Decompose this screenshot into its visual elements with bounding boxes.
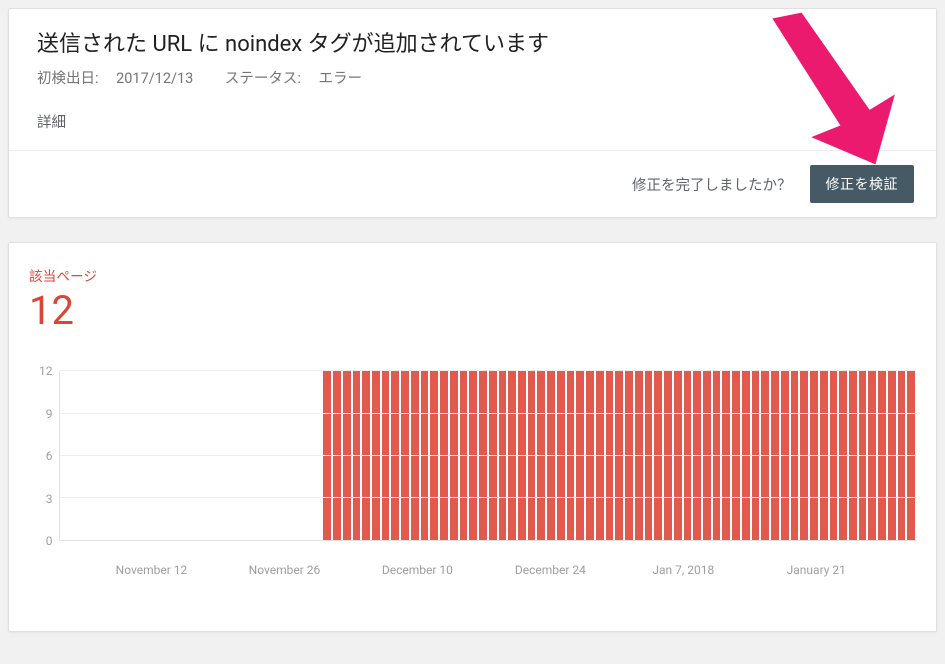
bar [353,371,361,540]
details-link[interactable]: 詳細 [9,93,936,150]
bar [800,371,808,540]
bar [508,371,516,540]
plot-area [59,371,917,541]
bar [761,371,769,540]
bar [839,371,847,540]
bar [586,371,594,540]
x-tick: January 21 [787,563,846,577]
x-tick: November 12 [116,563,188,577]
bar [528,371,536,540]
bar [615,371,623,540]
bar [859,371,867,540]
bar [654,371,662,540]
y-tick: 9 [46,407,53,421]
bar [907,371,915,540]
chart-label: 該当ページ [29,265,916,285]
bar [868,371,876,540]
first-detected-value: 2017/12/13 [116,70,193,87]
bar [401,371,409,540]
gridline [60,497,917,498]
y-tick: 0 [46,534,53,548]
validate-fix-button[interactable]: 修正を検証 [810,165,915,203]
bar [469,371,477,540]
bar [557,371,565,540]
bar [635,371,643,540]
bar [440,371,448,540]
issue-title: 送信された URL に noindex タグが追加されています [37,31,908,60]
bars-container [60,371,917,540]
bar [645,371,653,540]
bar [343,371,351,540]
bar [878,371,886,540]
status-label: ステータス: [225,70,301,87]
y-tick: 6 [46,449,53,463]
bar [713,371,721,540]
bar [898,371,906,540]
bar [771,371,779,540]
bar [781,371,789,540]
bar [567,371,575,540]
bar [664,371,672,540]
bar [684,371,692,540]
chart-count: 12 [29,287,916,335]
bar [391,371,399,540]
bar [479,371,487,540]
first-detected-label: 初検出日: [37,70,99,87]
gridline [60,413,917,414]
bar [596,371,604,540]
first-detected: 初検出日: 2017/12/13 [37,70,211,87]
status-value: エラー [319,70,363,87]
bar [362,371,370,540]
y-axis: 12 9 6 3 0 [39,364,59,548]
bar [674,371,682,540]
x-tick: November 26 [249,563,321,577]
bar [742,371,750,540]
y-tick: 12 [39,364,53,378]
bar [722,371,730,540]
bar [499,371,507,540]
issue-header: 送信された URL に noindex タグが追加されています 初検出日: 20… [9,9,936,93]
bar [820,371,828,540]
bar [382,371,390,540]
status: ステータス: エラー [225,70,376,87]
bar [606,371,614,540]
bar [810,371,818,540]
bar [888,371,896,540]
bar [547,371,555,540]
bar [752,371,760,540]
bar [576,371,584,540]
affected-pages-card: 該当ページ 12 12 9 6 3 0 November 12 November 26 De… [8,242,937,632]
bar [830,371,838,540]
bar [518,371,526,540]
bar [430,371,438,540]
bar [703,371,711,540]
x-tick: December 10 [382,563,453,577]
bar [323,371,331,540]
bar [625,371,633,540]
bar [411,371,419,540]
bar [537,371,545,540]
issue-meta: 初検出日: 2017/12/13 ステータス: エラー [37,68,908,90]
x-ticks: November 12 November 26 December 10 Decembe… [85,563,916,581]
x-axis: November 12 November 26 December 10 Decembe… [57,563,916,581]
bar [372,371,380,540]
bar [333,371,341,540]
bar [693,371,701,540]
x-tick: Jan 7, 2018 [652,563,714,577]
bar [732,371,740,540]
validate-prompt: 修正を完了しましたか？ [632,174,792,195]
bar [460,371,468,540]
bar [450,371,458,540]
chart-body: 129630 [29,371,916,555]
issue-summary-card: 送信された URL に noindex タグが追加されています 初検出日: 20… [8,8,937,218]
bar [849,371,857,540]
gridline [60,370,917,371]
action-bar: 修正を完了しましたか？ 修正を検証 [9,150,936,217]
x-tick: December 24 [515,563,586,577]
y-tick: 3 [46,492,53,506]
bar [489,371,497,540]
gridline [60,455,917,456]
bar [421,371,429,540]
bar [791,371,799,540]
